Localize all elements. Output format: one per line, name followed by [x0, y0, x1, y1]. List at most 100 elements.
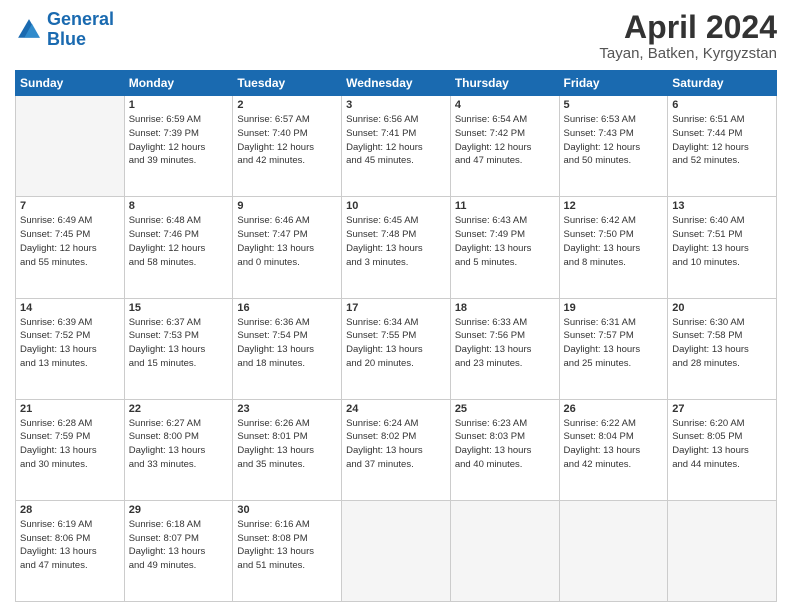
day-number: 8: [129, 200, 229, 212]
week-row-2: 7Sunrise: 6:49 AMSunset: 7:45 PMDaylight…: [16, 197, 777, 298]
calendar-title: April 2024: [599, 10, 777, 45]
day-info: Sunrise: 6:18 AMSunset: 8:07 PMDaylight:…: [129, 518, 229, 573]
day-cell: 7Sunrise: 6:49 AMSunset: 7:45 PMDaylight…: [16, 197, 125, 298]
weekday-thursday: Thursday: [450, 71, 559, 96]
day-cell: 3Sunrise: 6:56 AMSunset: 7:41 PMDaylight…: [342, 96, 451, 197]
day-cell: 29 Sunrise: 6:18 AMSunset: 8:07 PMDayligh…: [124, 500, 233, 601]
day-number: 30: [237, 504, 337, 516]
day-number: 13: [672, 200, 772, 212]
day-cell: 2 Sunrise: 6:57 AMSunset: 7:40 PMDaylight…: [233, 96, 342, 197]
day-info: Sunrise: 6:54 AMSunset: 7:42 PMDaylight:…: [455, 113, 555, 168]
day-number: 25: [455, 403, 555, 415]
day-info: Sunrise: 6:27 AMSunset: 8:00 PMDaylight:…: [129, 417, 229, 472]
day-number: 20: [672, 302, 772, 314]
day-number: 28: [20, 504, 120, 516]
day-info: Sunrise: 6:20 AMSunset: 8:05 PMDaylight:…: [672, 417, 772, 472]
day-cell: 12Sunrise: 6:42 AMSunset: 7:50 PMDayligh…: [559, 197, 668, 298]
day-info: Sunrise: 6:37 AMSunset: 7:53 PMDaylight:…: [129, 316, 229, 371]
day-info: Sunrise: 6:57 AMSunset: 7:40 PMDaylight:…: [237, 113, 337, 168]
day-number: 22: [129, 403, 229, 415]
weekday-sunday: Sunday: [16, 71, 125, 96]
day-number: 26: [564, 403, 664, 415]
day-cell: 5Sunrise: 6:53 AMSunset: 7:43 PMDaylight…: [559, 96, 668, 197]
day-cell: 17 Sunrise: 6:34 AMSunset: 7:55 PMDayligh…: [342, 298, 451, 399]
day-cell: 26Sunrise: 6:22 AMSunset: 8:04 PMDayligh…: [559, 399, 668, 500]
day-cell: 16Sunrise: 6:36 AMSunset: 7:54 PMDayligh…: [233, 298, 342, 399]
calendar-table: SundayMondayTuesdayWednesdayThursdayFrid…: [15, 70, 777, 602]
day-number: 14: [20, 302, 120, 314]
day-cell: 10 Sunrise: 6:45 AMSunset: 7:48 PMDayligh…: [342, 197, 451, 298]
day-number: 29: [129, 504, 229, 516]
logo-line1: General: [47, 9, 114, 29]
page: General Blue April 2024 Tayan, Batken, K…: [0, 0, 792, 612]
week-row-4: 21 Sunrise: 6:28 AMSunset: 7:59 PMDayligh…: [16, 399, 777, 500]
week-row-5: 28 Sunrise: 6:19 AMSunset: 8:06 PMDayligh…: [16, 500, 777, 601]
calendar-subtitle: Tayan, Batken, Kyrgyzstan: [599, 45, 777, 62]
weekday-wednesday: Wednesday: [342, 71, 451, 96]
weekday-monday: Monday: [124, 71, 233, 96]
logo-icon: [15, 16, 43, 44]
header: General Blue April 2024 Tayan, Batken, K…: [15, 10, 777, 62]
day-cell: 25 Sunrise: 6:23 AMSunset: 8:03 PMDayligh…: [450, 399, 559, 500]
day-info: Sunrise: 6:46 AMSunset: 7:47 PMDaylight:…: [237, 214, 337, 269]
day-number: 10: [346, 200, 446, 212]
day-number: 2: [237, 99, 337, 111]
day-cell: 19Sunrise: 6:31 AMSunset: 7:57 PMDayligh…: [559, 298, 668, 399]
day-cell: 15 Sunrise: 6:37 AMSunset: 7:53 PMDayligh…: [124, 298, 233, 399]
day-cell: 20 Sunrise: 6:30 AMSunset: 7:58 PMDayligh…: [668, 298, 777, 399]
day-cell: 6Sunrise: 6:51 AMSunset: 7:44 PMDaylight…: [668, 96, 777, 197]
day-number: 19: [564, 302, 664, 314]
day-cell: 14 Sunrise: 6:39 AMSunset: 7:52 PMDayligh…: [16, 298, 125, 399]
day-cell: 8Sunrise: 6:48 AMSunset: 7:46 PMDaylight…: [124, 197, 233, 298]
day-info: Sunrise: 6:53 AMSunset: 7:43 PMDaylight:…: [564, 113, 664, 168]
day-cell: 30 Sunrise: 6:16 AMSunset: 8:08 PMDayligh…: [233, 500, 342, 601]
day-info: Sunrise: 6:45 AMSunset: 7:48 PMDaylight:…: [346, 214, 446, 269]
day-number: 17: [346, 302, 446, 314]
day-info: Sunrise: 6:23 AMSunset: 8:03 PMDaylight:…: [455, 417, 555, 472]
day-info: Sunrise: 6:30 AMSunset: 7:58 PMDaylight:…: [672, 316, 772, 371]
day-cell: [16, 96, 125, 197]
day-number: 18: [455, 302, 555, 314]
day-cell: [450, 500, 559, 601]
day-number: 15: [129, 302, 229, 314]
day-cell: 11Sunrise: 6:43 AMSunset: 7:49 PMDayligh…: [450, 197, 559, 298]
logo-text: General Blue: [47, 10, 114, 50]
day-info: Sunrise: 6:56 AMSunset: 7:41 PMDaylight:…: [346, 113, 446, 168]
day-info: Sunrise: 6:43 AMSunset: 7:49 PMDaylight:…: [455, 214, 555, 269]
day-cell: 27 Sunrise: 6:20 AMSunset: 8:05 PMDayligh…: [668, 399, 777, 500]
day-cell: 21 Sunrise: 6:28 AMSunset: 7:59 PMDayligh…: [16, 399, 125, 500]
day-info: Sunrise: 6:40 AMSunset: 7:51 PMDaylight:…: [672, 214, 772, 269]
weekday-saturday: Saturday: [668, 71, 777, 96]
day-number: 1: [129, 99, 229, 111]
day-cell: 9 Sunrise: 6:46 AMSunset: 7:47 PMDaylight…: [233, 197, 342, 298]
day-number: 9: [237, 200, 337, 212]
day-number: 27: [672, 403, 772, 415]
day-info: Sunrise: 6:26 AMSunset: 8:01 PMDaylight:…: [237, 417, 337, 472]
day-number: 21: [20, 403, 120, 415]
weekday-header-row: SundayMondayTuesdayWednesdayThursdayFrid…: [16, 71, 777, 96]
day-cell: [668, 500, 777, 601]
day-info: Sunrise: 6:28 AMSunset: 7:59 PMDaylight:…: [20, 417, 120, 472]
day-info: Sunrise: 6:16 AMSunset: 8:08 PMDaylight:…: [237, 518, 337, 573]
weekday-friday: Friday: [559, 71, 668, 96]
day-info: Sunrise: 6:39 AMSunset: 7:52 PMDaylight:…: [20, 316, 120, 371]
day-info: Sunrise: 6:59 AMSunset: 7:39 PMDaylight:…: [129, 113, 229, 168]
day-cell: 24 Sunrise: 6:24 AMSunset: 8:02 PMDayligh…: [342, 399, 451, 500]
day-cell: 4Sunrise: 6:54 AMSunset: 7:42 PMDaylight…: [450, 96, 559, 197]
day-cell: [559, 500, 668, 601]
day-cell: 1 Sunrise: 6:59 AMSunset: 7:39 PMDaylight…: [124, 96, 233, 197]
day-cell: 22 Sunrise: 6:27 AMSunset: 8:00 PMDayligh…: [124, 399, 233, 500]
day-number: 23: [237, 403, 337, 415]
day-number: 16: [237, 302, 337, 314]
day-cell: 18Sunrise: 6:33 AMSunset: 7:56 PMDayligh…: [450, 298, 559, 399]
week-row-1: 1 Sunrise: 6:59 AMSunset: 7:39 PMDaylight…: [16, 96, 777, 197]
day-info: Sunrise: 6:42 AMSunset: 7:50 PMDaylight:…: [564, 214, 664, 269]
day-info: Sunrise: 6:34 AMSunset: 7:55 PMDaylight:…: [346, 316, 446, 371]
day-number: 24: [346, 403, 446, 415]
day-info: Sunrise: 6:19 AMSunset: 8:06 PMDaylight:…: [20, 518, 120, 573]
title-block: April 2024 Tayan, Batken, Kyrgyzstan: [599, 10, 777, 62]
day-info: Sunrise: 6:24 AMSunset: 8:02 PMDaylight:…: [346, 417, 446, 472]
weekday-tuesday: Tuesday: [233, 71, 342, 96]
day-cell: 23 Sunrise: 6:26 AMSunset: 8:01 PMDayligh…: [233, 399, 342, 500]
day-info: Sunrise: 6:51 AMSunset: 7:44 PMDaylight:…: [672, 113, 772, 168]
